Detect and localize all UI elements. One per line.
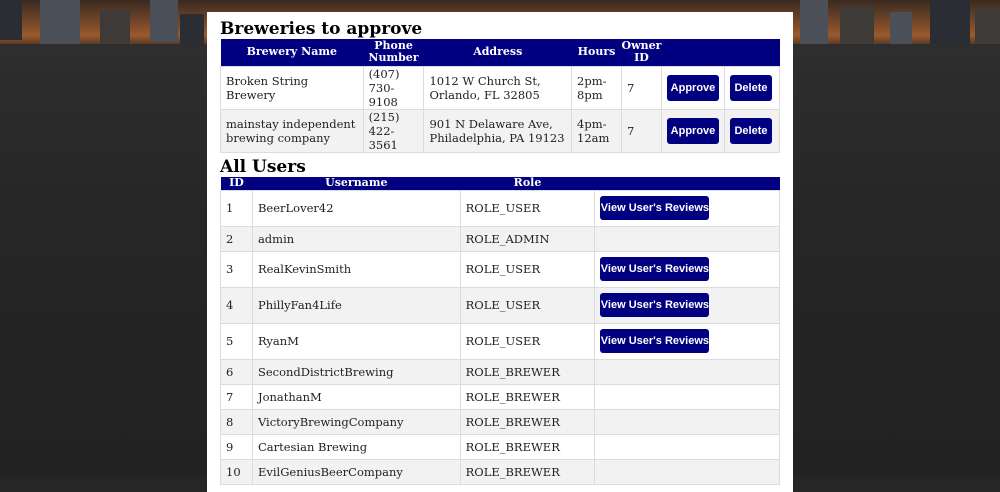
user-actions: View User's Reviews: [594, 250, 780, 288]
view-user-reviews-button[interactable]: View User's Reviews: [600, 329, 710, 353]
user-row: 1 BeerLover42 ROLE_USER View User's Reviews: [220, 189, 780, 227]
brewery-hours: 4pm-12am: [571, 108, 622, 153]
user-role: ROLE_BREWER: [459, 458, 596, 485]
brewery-owner-id: 7: [620, 108, 662, 153]
header-id: ID: [220, 177, 253, 190]
user-id: 5: [220, 322, 253, 360]
user-actions: [594, 408, 780, 435]
user-id: 9: [220, 433, 253, 460]
user-username: RealKevinSmith: [251, 250, 461, 288]
user-role: ROLE_USER: [459, 286, 596, 324]
skyline-building: [40, 0, 80, 44]
user-id: 4: [220, 286, 253, 324]
delete-button[interactable]: Delete: [729, 117, 772, 144]
view-user-reviews-button[interactable]: View User's Reviews: [600, 293, 710, 317]
header-actions: [594, 177, 780, 190]
breweries-table: Brewery Name Phone Number Address Hours …: [220, 39, 781, 153]
user-row: 8 VictoryBrewingCompany ROLE_BREWER: [220, 408, 780, 435]
header-brewery-name: Brewery Name: [220, 39, 364, 66]
user-username: Cartesian Brewing: [251, 433, 461, 460]
brewery-phone: (407) 730-9108: [362, 65, 425, 110]
users-table: ID Username Role 1 BeerLover42 ROLE_USER Vi…: [220, 177, 780, 485]
user-role: ROLE_ADMIN: [459, 225, 596, 252]
user-actions: [594, 358, 780, 385]
user-actions: [594, 225, 780, 252]
view-user-reviews-button[interactable]: View User's Reviews: [600, 196, 710, 220]
approve-button[interactable]: Approve: [666, 117, 719, 144]
user-actions: View User's Reviews: [594, 189, 780, 227]
header-username: Username: [252, 177, 461, 190]
user-role: ROLE_USER: [459, 322, 596, 360]
user-username: EvilGeniusBeerCompany: [251, 458, 461, 485]
user-actions: View User's Reviews: [594, 322, 780, 360]
delete-button[interactable]: Delete: [729, 74, 772, 101]
user-username: PhillyFan4Life: [251, 286, 461, 324]
user-username: VictoryBrewingCompany: [251, 408, 461, 435]
user-id: 8: [220, 408, 253, 435]
header-approve-col: [661, 39, 725, 66]
header-owner-id: Owner ID: [621, 39, 662, 66]
user-row: 2 admin ROLE_ADMIN: [220, 225, 780, 252]
breweries-title: Breweries to approve: [220, 19, 423, 39]
brewery-address: 1012 W Church St, Orlando, FL 32805: [423, 65, 573, 110]
user-id: 7: [220, 383, 253, 410]
user-username: BeerLover42: [251, 189, 461, 227]
user-actions: [594, 458, 780, 485]
user-id: 3: [220, 250, 253, 288]
user-role: ROLE_BREWER: [459, 383, 596, 410]
user-id: 6: [220, 358, 253, 385]
user-id: 1: [220, 189, 253, 227]
header-hours: Hours: [571, 39, 622, 66]
skyline-building: [150, 0, 178, 42]
user-role: ROLE_USER: [459, 250, 596, 288]
user-username: SecondDistrictBrewing: [251, 358, 461, 385]
user-role: ROLE_BREWER: [459, 358, 596, 385]
user-actions: [594, 433, 780, 460]
header-address: Address: [423, 39, 572, 66]
view-user-reviews-button[interactable]: View User's Reviews: [600, 257, 710, 281]
skyline-building: [180, 14, 204, 44]
header-phone: Phone Number: [363, 39, 424, 66]
user-id: 2: [220, 225, 253, 252]
brewery-owner-id: 7: [620, 65, 662, 110]
breweries-header-row: Brewery Name Phone Number Address Hours …: [220, 39, 780, 66]
skyline-building: [800, 0, 828, 44]
user-row: 10 EvilGeniusBeerCompany ROLE_BREWER: [220, 458, 780, 485]
users-title: All Users: [220, 157, 306, 177]
header-role: Role: [460, 177, 595, 190]
user-username: RyanM: [251, 322, 461, 360]
approve-button[interactable]: Approve: [666, 74, 719, 101]
user-row: 3 RealKevinSmith ROLE_USER View User's Revi…: [220, 250, 780, 288]
user-id: 10: [220, 458, 253, 485]
user-row: 9 Cartesian Brewing ROLE_BREWER: [220, 433, 780, 460]
brewery-row: mainstay independent brewing company (21…: [220, 108, 781, 153]
skyline-building: [100, 10, 130, 44]
brewery-hours: 2pm-8pm: [571, 65, 622, 110]
user-row: 4 PhillyFan4Life ROLE_USER View User's Revi…: [220, 286, 780, 324]
user-actions: [594, 383, 780, 410]
user-row: 6 SecondDistrictBrewing ROLE_BREWER: [220, 358, 780, 385]
skyline-building: [975, 8, 1000, 44]
user-username: JonathanM: [251, 383, 461, 410]
user-username: admin: [251, 225, 461, 252]
user-actions: View User's Reviews: [594, 286, 780, 324]
brewery-row: Broken String Brewery (407) 730-9108 101…: [220, 65, 781, 110]
user-role: ROLE_BREWER: [459, 408, 596, 435]
brewery-name: mainstay independent brewing company: [220, 108, 364, 153]
user-row: 7 JonathanM ROLE_BREWER: [220, 383, 780, 410]
user-role: ROLE_BREWER: [459, 433, 596, 460]
brewery-address: 901 N Delaware Ave, Philadelphia, PA 191…: [423, 108, 573, 153]
user-row: 5 RyanM ROLE_USER View User's Reviews: [220, 322, 780, 360]
header-delete-col: [724, 39, 780, 66]
users-header-row: ID Username Role: [220, 177, 780, 190]
brewery-phone: (215) 422-3561: [362, 108, 425, 153]
skyline-building: [840, 6, 874, 44]
brewery-name: Broken String Brewery: [220, 65, 364, 110]
skyline-building: [930, 0, 970, 44]
skyline-building: [0, 0, 22, 40]
user-role: ROLE_USER: [459, 189, 596, 227]
skyline-building: [890, 12, 912, 44]
